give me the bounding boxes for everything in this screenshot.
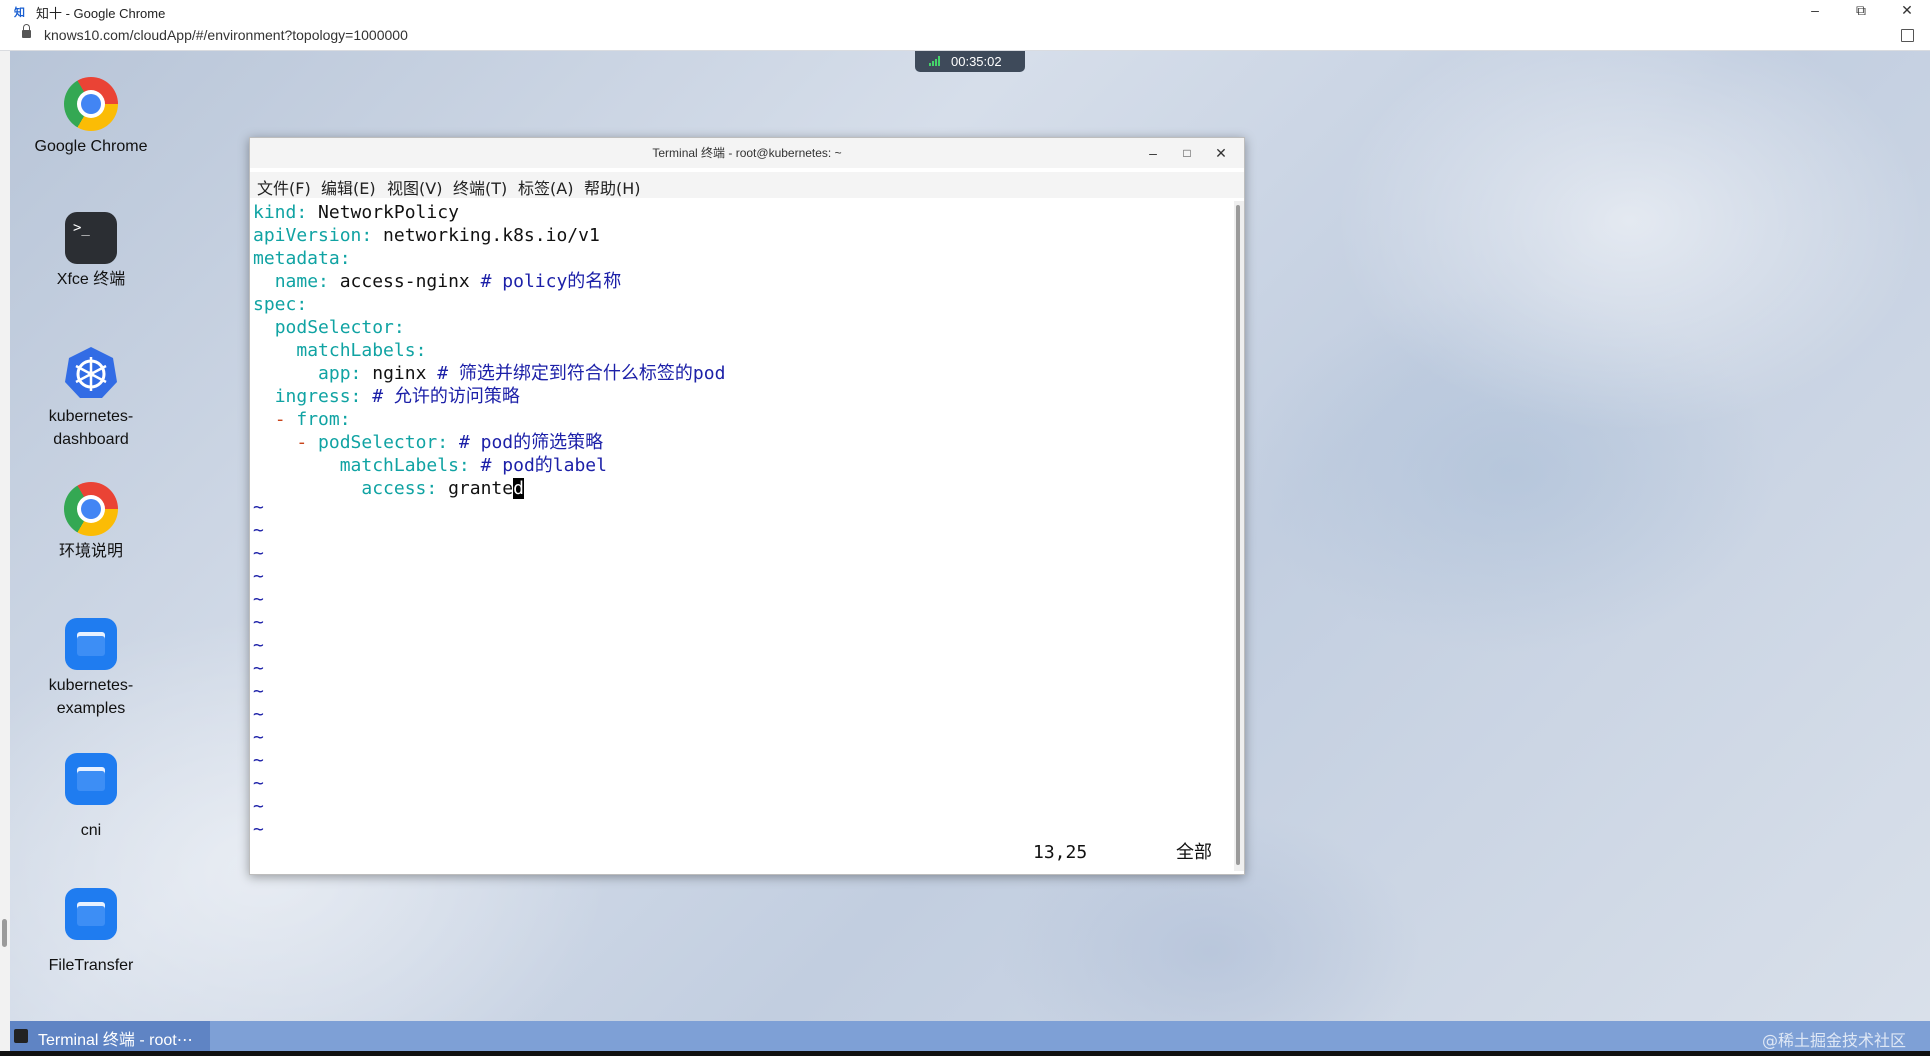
editor-line: podSelector: [274,317,405,338]
editor-line: kind: NetworkPolicy [253,202,459,223]
terminal-minimize-button[interactable]: – [1142,143,1164,163]
terminal-close-button[interactable]: ✕ [1210,143,1232,163]
empty-line-marker: ~ [253,704,264,725]
menu-help[interactable]: 帮助(H) [584,175,641,199]
browser-titlebar: 知 知十 - Google Chrome – ⧉ ✕ [0,0,1930,23]
empty-line-marker: ~ [253,497,264,518]
terminal-scrollbar[interactable] [1234,201,1244,871]
editor-line: metadata: [253,248,351,269]
taskbar-item-label: Terminal 终端 - root⋯ [38,1032,193,1049]
desktop-icon-kubernetes-dashboard[interactable]: kubernetes-dashboard [21,345,161,451]
folder-icon [65,753,117,805]
buffer-scope: 全部 [1176,842,1212,863]
editor-line: - podSelector: # pod的筛选策略 [296,432,604,453]
terminal-scrollbar-thumb[interactable] [1236,205,1240,865]
taskbar-item-terminal[interactable]: Terminal 终端 - root⋯ [10,1021,210,1051]
terminal-icon: >_ [65,212,117,264]
editor-line: matchLabels: [296,340,427,361]
watermark: @稀土掘金技术社区 [1762,1031,1907,1050]
editor-line: app: nginx # 筛选并绑定到符合什么标签的pod [318,363,726,384]
empty-line-marker: ~ [253,727,264,748]
vim-editor[interactable]: 13,25 全部 kind: NetworkPolicy apiVersion: … [250,201,1234,871]
scrollbar-thumb[interactable] [2,919,7,947]
empty-line-marker: ~ [253,543,264,564]
empty-line-marker: ~ [253,635,264,656]
site-favicon-icon: 知 [14,7,25,19]
page-left-scrollbar[interactable] [0,51,10,1056]
desktop-icon-cni[interactable]: cni [21,753,161,842]
desktop-icon-label: Xfce 终端 [56,271,126,288]
editor-line: ingress: # 允许的访问策略 [274,386,520,407]
menu-edit[interactable]: 编辑(E) [321,175,376,199]
empty-line-marker: ~ [253,773,264,794]
empty-line-marker: ~ [253,796,264,817]
desktop-icon-label: kubernetes-dashboard [48,408,134,448]
browser-restore-button[interactable]: ⧉ [1838,0,1884,22]
terminal-maximize-button[interactable]: □ [1176,143,1198,163]
empty-line-marker: ~ [253,681,264,702]
cursor-position: 13,25 [1033,842,1088,863]
empty-line-marker: ~ [253,658,264,679]
desktop-icon-label: Google Chrome [34,138,148,155]
folder-icon [65,888,117,940]
chrome-icon [64,77,118,131]
url-text[interactable]: knows10.com/cloudApp/#/environment?topol… [44,27,408,43]
session-timer: 00:35:02 [915,51,1025,72]
session-timer-text: 00:35:02 [951,54,1002,69]
terminal-window[interactable]: Terminal 终端 - root@kubernetes: ~ – □ ✕ 文… [249,137,1245,875]
editor-line: name: access-nginx # policy的名称 [274,271,622,292]
taskbar: Terminal 终端 - root⋯ [10,1021,1930,1051]
lock-icon [22,24,31,39]
editor-line: - from: [274,409,351,430]
empty-line-marker: ~ [253,612,264,633]
desktop-icon-label: 环境说明 [58,543,123,560]
chrome-icon [64,482,118,536]
empty-line-marker: ~ [253,589,264,610]
desktop-icon-label: kubernetes-examples [48,677,134,717]
menu-tabs[interactable]: 标签(A) [518,175,573,199]
bottom-strip [0,1051,1930,1056]
desktop-icon-kubernetes-examples[interactable]: kubernetes-examples [21,618,161,720]
desktop-icon-google-chrome[interactable]: Google Chrome [21,77,161,158]
browser-window-title: 知十 - Google Chrome [36,6,166,21]
desktop-icon-xfce-terminal[interactable]: >_ Xfce 终端 [21,212,161,291]
menu-file[interactable]: 文件(F) [257,175,311,199]
address-bar[interactable]: knows10.com/cloudApp/#/environment?topol… [0,22,1930,51]
folder-icon [65,618,117,670]
terminal-menubar: 文件(F) 编辑(E) 视图(V) 终端(T) 标签(A) 帮助(H) [250,172,1244,198]
desktop-icon-label: FileTransfer [48,957,134,974]
terminal-titlebar[interactable]: Terminal 终端 - root@kubernetes: ~ – □ ✕ [250,138,1244,168]
editor-line: access: granted [361,478,524,499]
desktop-icon-filetransfer[interactable]: FileTransfer [21,888,161,977]
browser-close-button[interactable]: ✕ [1884,0,1930,22]
empty-line-marker: ~ [253,750,264,771]
kubernetes-icon [63,345,119,401]
menu-terminal[interactable]: 终端(T) [453,175,507,199]
editor-line: matchLabels: # pod的label [339,455,607,476]
empty-line-marker: ~ [253,819,264,840]
empty-line-marker: ~ [253,566,264,587]
editor-line: spec: [253,294,308,315]
editor-line: apiVersion: networking.k8s.io/v1 [253,225,600,246]
terminal-icon [14,1029,28,1043]
signal-icon [929,56,943,66]
menu-view[interactable]: 视图(V) [387,175,442,199]
desktop-icon-environment-notes[interactable]: 环境说明 [21,482,161,563]
open-in-tab-icon[interactable] [1901,29,1914,42]
empty-line-marker: ~ [253,520,264,541]
terminal-title: Terminal 终端 - root@kubernetes: ~ [652,146,842,160]
browser-minimize-button[interactable]: – [1792,0,1838,22]
desktop-icon-label: cni [80,822,102,839]
